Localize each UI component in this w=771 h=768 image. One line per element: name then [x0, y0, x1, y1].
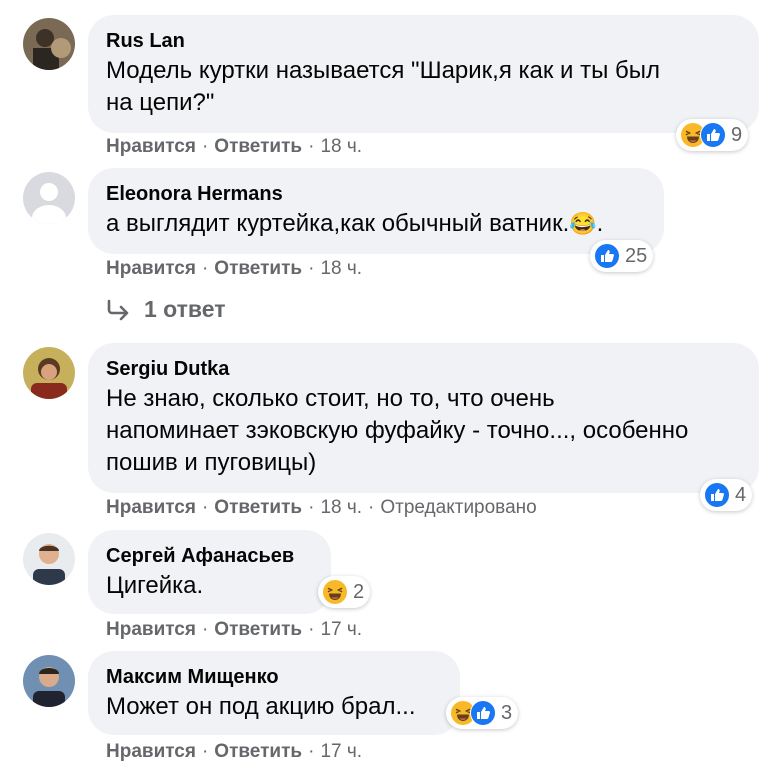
timestamp[interactable]: 17 ч.	[320, 741, 362, 762]
like-icon	[700, 122, 726, 148]
comment-author[interactable]: Сергей Афанасьев	[106, 542, 313, 570]
avatar-photo-icon	[23, 533, 75, 585]
like-icon	[470, 700, 496, 726]
comment-text: Может он под акцию брал...	[106, 693, 416, 720]
tears-of-joy-emoji: 😂	[569, 211, 597, 236]
comment-actions: Нравится · Ответить · 18 ч.	[106, 258, 363, 279]
timestamp[interactable]: 18 ч.	[320, 136, 362, 157]
comment-bubble: Eleonora Hermans а выглядит куртейка,как…	[88, 168, 664, 254]
comment-actions: Нравится · Ответить · 17 ч.	[106, 619, 363, 640]
avatar-photo-icon	[23, 655, 75, 707]
reaction-count: 2	[353, 580, 365, 603]
like-button[interactable]: Нравится	[106, 136, 196, 157]
avatar-photo-icon	[23, 18, 75, 70]
reply-button[interactable]: Ответить	[214, 741, 302, 762]
comment-bubble: Rus Lan Модель куртки называется "Шарик,…	[88, 15, 759, 133]
comment-bubble: Sergiu Dutka Не знаю, сколько стоит, но …	[88, 343, 759, 493]
reaction-summary[interactable]: 25	[590, 240, 654, 272]
avatar[interactable]	[23, 533, 75, 585]
timestamp[interactable]: 18 ч.	[320, 258, 362, 279]
haha-icon	[322, 579, 348, 605]
like-button[interactable]: Нравится	[106, 497, 196, 518]
replies-count-label: 1 ответ	[144, 296, 226, 322]
reaction-summary[interactable]: 2	[318, 576, 371, 608]
reaction-summary[interactable]: 9	[676, 119, 749, 151]
reaction-count: 3	[501, 701, 513, 724]
comment-bubble: Максим Мищенко Может он под акцию брал..…	[88, 651, 460, 735]
comment-text: а выглядит куртейка,как обычный ватник.😂…	[106, 210, 604, 237]
avatar[interactable]	[23, 18, 75, 70]
comment-text: Цигейка.	[106, 572, 204, 599]
comment-author[interactable]: Максим Мищенко	[106, 663, 442, 691]
comment-author[interactable]: Rus Lan	[106, 27, 741, 55]
like-button[interactable]: Нравится	[106, 619, 196, 640]
comment-actions: Нравится · Ответить · 18 ч. · Отредактировано	[106, 497, 537, 518]
comment-text: Модель куртки называется "Шарик,я как и …	[106, 57, 661, 116]
reply-button[interactable]: Ответить	[214, 497, 302, 518]
view-replies-link[interactable]: 1 ответ	[106, 296, 226, 323]
like-icon	[594, 243, 620, 269]
comment-author[interactable]: Eleonora Hermans	[106, 180, 646, 208]
comment-actions: Нравится · Ответить · 17 ч.	[106, 741, 363, 762]
comment-text: Не знаю, сколько стоит, но то, что очень…	[106, 385, 689, 476]
default-avatar-icon	[23, 172, 75, 224]
avatar-photo-icon	[23, 347, 75, 399]
like-icon	[704, 482, 730, 508]
reaction-count: 9	[731, 123, 743, 146]
timestamp[interactable]: 18 ч.	[320, 497, 362, 518]
reaction-count: 4	[735, 483, 747, 506]
reaction-summary[interactable]: 4	[700, 479, 753, 511]
comment-author[interactable]: Sergiu Dutka	[106, 355, 741, 383]
reply-button[interactable]: Ответить	[214, 136, 302, 157]
reply-button[interactable]: Ответить	[214, 619, 302, 640]
avatar[interactable]	[23, 347, 75, 399]
reaction-summary[interactable]: 3	[446, 697, 519, 729]
avatar[interactable]	[23, 172, 75, 224]
edited-label[interactable]: Отредактировано	[380, 497, 536, 518]
like-button[interactable]: Нравится	[106, 258, 196, 279]
reply-arrow-icon	[107, 299, 129, 320]
timestamp[interactable]: 17 ч.	[320, 619, 362, 640]
reaction-count: 25	[625, 244, 648, 267]
comment-bubble: Сергей Афанасьев Цигейка.	[88, 530, 331, 614]
reply-button[interactable]: Ответить	[214, 258, 302, 279]
comment-actions: Нравится · Ответить · 18 ч.	[106, 136, 363, 157]
like-button[interactable]: Нравится	[106, 741, 196, 762]
avatar[interactable]	[23, 655, 75, 707]
